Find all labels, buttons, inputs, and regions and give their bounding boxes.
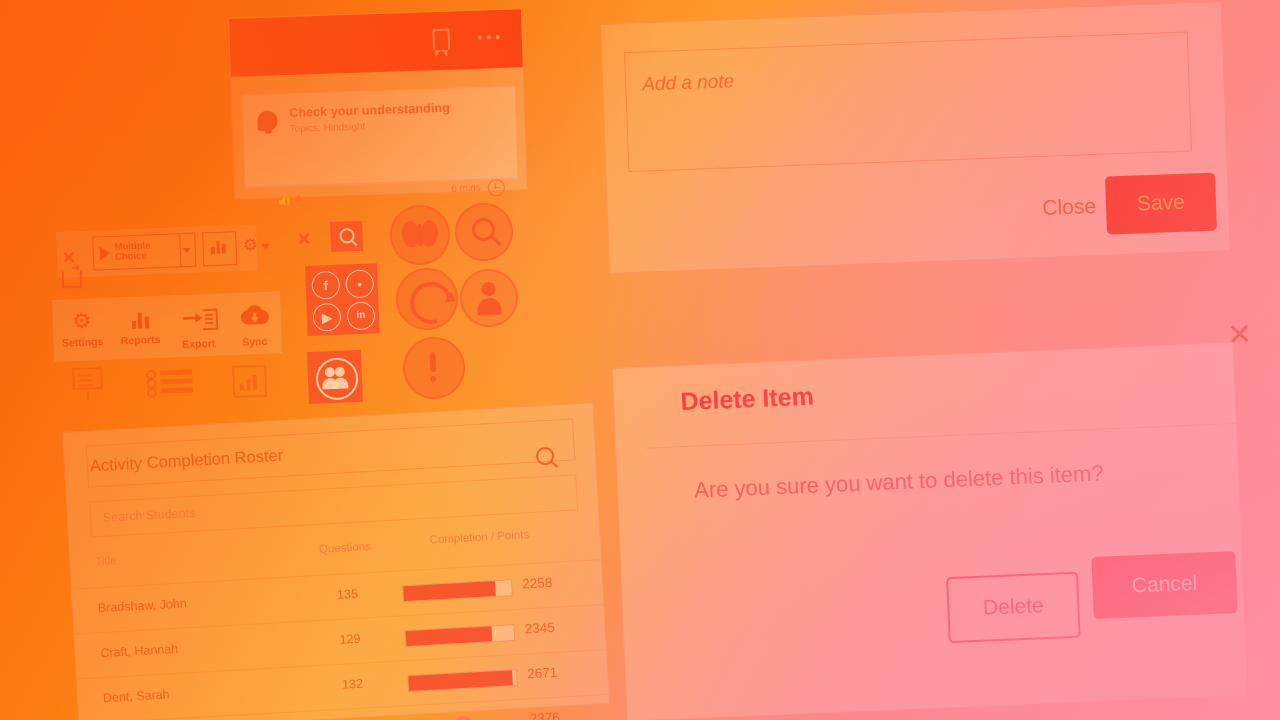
- completion-status: ✓: [410, 714, 521, 720]
- share-icon[interactable]: [61, 269, 83, 289]
- chevron-down-icon[interactable]: [261, 243, 270, 250]
- add-note-dialog: Add a note Close Save: [600, 1, 1231, 274]
- points-value: 2345: [524, 619, 556, 637]
- gear-icon: ⚙: [71, 309, 92, 334]
- alert-exclamation-icon[interactable]: [401, 335, 467, 401]
- close-icon[interactable]: ✕: [62, 248, 76, 268]
- like-count: 4: [294, 193, 301, 205]
- dialog-divider: [646, 422, 1236, 449]
- points-value: 2258: [521, 574, 553, 592]
- social-share-panel[interactable]: f • ▶ in: [305, 263, 380, 336]
- toolbar-label: Reports: [120, 333, 161, 348]
- user-avatar-icon[interactable]: [458, 267, 520, 329]
- bar-chart-icon[interactable]: [232, 364, 268, 398]
- facebook-icon[interactable]: f: [311, 270, 341, 300]
- toolbar-item-sync[interactable]: Sync: [224, 301, 284, 349]
- search-icon[interactable]: [453, 201, 515, 263]
- completion-progress: [407, 668, 518, 693]
- ui-collage-layer: Check your understanding Topics: Hindsig…: [0, 0, 1280, 720]
- points-value: 2376: [529, 709, 561, 720]
- column-header-questions: Questions: [318, 540, 372, 556]
- quiz-card-header: [229, 9, 523, 77]
- search-icon[interactable]: [535, 446, 555, 466]
- student-name: Dent, Sarah: [102, 687, 170, 706]
- toolbar-item-settings[interactable]: ⚙ Settings: [52, 308, 111, 350]
- toolbar-label: Export: [181, 337, 216, 352]
- youtube-icon[interactable]: ▶: [312, 302, 342, 332]
- completion-progress: [402, 579, 513, 603]
- check-circle-icon: ✓: [453, 715, 474, 720]
- quiz-card-body: Check your understanding Topics: Hindsig…: [241, 85, 519, 189]
- people-group-icon[interactable]: [307, 349, 363, 404]
- bookmark-icon[interactable]: [432, 28, 451, 51]
- toolbar-label: Sync: [241, 335, 268, 349]
- quiz-title: Check your understanding: [288, 100, 451, 121]
- presentation-icon[interactable]: [72, 366, 103, 400]
- close-icon[interactable]: ✕: [1226, 318, 1253, 352]
- cloud-download-icon: [224, 304, 283, 333]
- twitter-icon[interactable]: •: [345, 269, 375, 299]
- linkedin-icon[interactable]: in: [346, 301, 376, 331]
- points-value: 2671: [526, 664, 558, 682]
- search-icon[interactable]: [330, 220, 364, 252]
- toolbar-label: Settings: [61, 336, 104, 350]
- duration-label: 6 mins: [451, 182, 481, 195]
- screenshot-canvas: Check your understanding Topics: Hindsig…: [0, 0, 1280, 720]
- play-icon: [99, 245, 111, 261]
- gear-icon[interactable]: ⚙: [242, 235, 258, 255]
- questions-count: 132: [341, 676, 364, 692]
- question-type-label: Multiple Choice: [114, 239, 151, 263]
- completion-progress: [404, 624, 516, 648]
- clock-icon: [487, 178, 506, 197]
- activity-completion-roster-panel: Activity Completion Roster Search Studen…: [62, 402, 612, 720]
- quiz-card[interactable]: Check your understanding Topics: Hindsig…: [228, 8, 528, 206]
- column-header-title: Title: [94, 555, 117, 569]
- student-name: Bradshaw, John: [97, 596, 188, 616]
- save-button[interactable]: Save: [1104, 172, 1217, 235]
- bar-chart-icon: [111, 312, 170, 330]
- thumbs-up-icon[interactable]: 👍: [277, 192, 292, 206]
- search-input-placeholder: Search Students: [102, 505, 196, 525]
- action-toolbar[interactable]: ⚙ Settings Reports Export Sync: [52, 291, 284, 362]
- delete-item-dialog: ✕ Delete Item Are you sure you want to d…: [612, 318, 1253, 720]
- chevron-down-icon[interactable]: [178, 232, 197, 268]
- delete-button[interactable]: Delete: [946, 571, 1081, 644]
- question-type-toolbar[interactable]: Multiple Choice ⚙: [56, 224, 270, 278]
- question-type-select[interactable]: Multiple Choice: [92, 233, 182, 271]
- bar-chart-icon[interactable]: [202, 231, 238, 267]
- quiz-subtitle: Topics: Hindsight: [289, 121, 366, 136]
- note-textarea[interactable]: Add a note: [624, 31, 1193, 173]
- more-options-icon[interactable]: [477, 35, 500, 40]
- export-icon: [168, 307, 227, 335]
- close-icon[interactable]: ✕: [297, 230, 312, 251]
- toolbar-item-reports[interactable]: Reports: [110, 306, 169, 348]
- dialog-title: Delete Item: [679, 382, 815, 417]
- dialog-message: Are you sure you want to delete this ite…: [693, 460, 1105, 503]
- student-name: Craft, Hannah: [100, 641, 179, 661]
- bulleted-list-icon[interactable]: [146, 368, 193, 398]
- column-header-completion: Completion / Points: [429, 529, 530, 547]
- butterfly-icon[interactable]: [388, 203, 452, 267]
- note-placeholder: Add a note: [641, 71, 735, 96]
- toolbar-item-export[interactable]: Export: [168, 303, 228, 351]
- close-button[interactable]: Close: [1042, 195, 1097, 221]
- roster-table: Title Questions Completion / Points Brad…: [69, 515, 612, 720]
- questions-count: 135: [336, 586, 359, 602]
- questions-count: 129: [339, 631, 361, 647]
- brain-icon: [255, 108, 282, 135]
- cancel-button[interactable]: Cancel: [1091, 551, 1238, 620]
- refresh-icon[interactable]: [394, 266, 460, 332]
